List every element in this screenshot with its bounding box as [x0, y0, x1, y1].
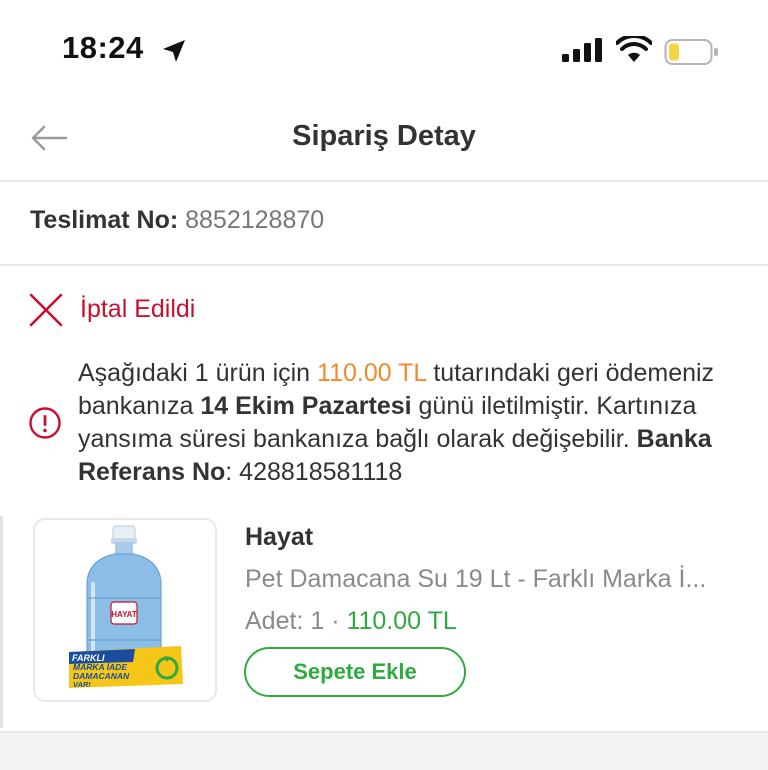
- page-title: Sipariş Detay: [292, 120, 476, 152]
- battery-icon: [664, 39, 718, 65]
- quantity-value: 1: [310, 607, 325, 635]
- product-card: HAYAT FARKLI MARKA İADE DAMACANAN VAR! H…: [0, 516, 768, 728]
- bank-reference-number: 428818581118: [239, 458, 403, 486]
- delivery-number: Teslimat No: 8852128870: [30, 206, 324, 235]
- status-label: İptal Edildi: [80, 295, 196, 323]
- status-time: 18:24: [62, 30, 144, 65]
- refund-date: 14 Ekim Pazartesi: [200, 392, 412, 420]
- product-image[interactable]: HAYAT FARKLI MARKA İADE DAMACANAN VAR!: [33, 518, 217, 702]
- promo-line-4: VAR!: [73, 680, 91, 689]
- delivery-label: Teslimat No:: [30, 206, 179, 234]
- product-name[interactable]: Pet Damacana Su 19 Lt - Farklı Marka İ..…: [245, 565, 706, 594]
- status-bar: 18:24: [0, 0, 768, 100]
- close-x-icon: [29, 293, 63, 327]
- jug-brand-text: HAYAT: [111, 610, 137, 619]
- quantity-price-row: Adet: 1 · 110.00 TL: [245, 607, 457, 636]
- refund-amount: 110.00 TL: [317, 359, 427, 387]
- quantity-label: Adet:: [245, 607, 304, 635]
- refund-text-part1: Aşağıdaki 1 ürün için: [78, 359, 318, 387]
- cellular-signal-icon: [562, 38, 602, 62]
- bottom-section-divider: [0, 731, 768, 770]
- delivery-number-row: Teslimat No: 8852128870: [0, 182, 768, 266]
- refund-info-text: Aşağıdaki 1 ürün için 110.00 TL tutarınd…: [78, 357, 758, 489]
- info-circle-icon: [29, 407, 61, 439]
- product-brand: Hayat: [245, 523, 314, 551]
- product-price: 110.00 TL: [346, 607, 457, 635]
- delivery-number-value: 8852128870: [185, 206, 325, 234]
- wifi-icon: [616, 36, 652, 62]
- quantity-price-separator: ·: [331, 607, 340, 635]
- water-jug-image: HAYAT FARKLI MARKA İADE DAMACANAN VAR!: [69, 525, 183, 689]
- page-header: Sipariş Detay: [0, 100, 768, 182]
- add-to-cart-button[interactable]: Sepete Ekle: [244, 647, 466, 697]
- location-arrow-icon: [163, 40, 185, 62]
- bank-reference-separator: :: [225, 458, 240, 486]
